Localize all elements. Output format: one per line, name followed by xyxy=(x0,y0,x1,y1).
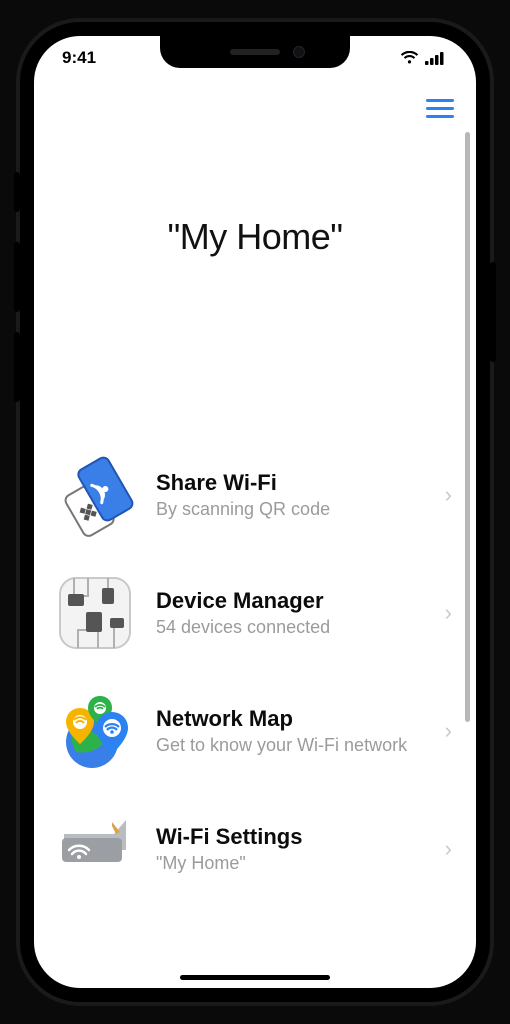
menu-icon xyxy=(426,99,454,102)
list-item-share-wifi[interactable]: Share Wi-Fi By scanning QR code › xyxy=(38,436,472,554)
volume-down-button xyxy=(14,332,20,402)
network-map-icon xyxy=(52,688,138,774)
scroll-indicator[interactable] xyxy=(465,132,470,722)
list-item-network-map[interactable]: Network Map Get to know your Wi-Fi netwo… xyxy=(38,672,472,790)
list-item-title: Device Manager xyxy=(156,588,427,614)
list-item-wifi-settings[interactable]: Wi-Fi Settings "My Home" › xyxy=(38,790,472,892)
hero: "My Home" xyxy=(34,136,476,436)
list-item-title: Share Wi-Fi xyxy=(156,470,427,496)
chevron-right-icon: › xyxy=(445,600,452,626)
list-item-subtitle: By scanning QR code xyxy=(156,498,427,521)
volume-up-button xyxy=(14,242,20,312)
speaker xyxy=(230,49,280,55)
status-right xyxy=(400,51,444,65)
chevron-right-icon: › xyxy=(445,482,452,508)
share-wifi-icon xyxy=(52,452,138,538)
chevron-right-icon: › xyxy=(445,718,452,744)
side-button xyxy=(14,172,20,212)
menu-button[interactable] xyxy=(426,94,454,122)
power-button xyxy=(490,262,496,362)
notch xyxy=(160,36,350,68)
wifi-icon xyxy=(400,51,419,65)
device-manager-icon xyxy=(52,570,138,656)
cellular-icon xyxy=(425,52,444,65)
home-indicator[interactable] xyxy=(180,975,330,980)
list-item-subtitle: 54 devices connected xyxy=(156,616,427,639)
wifi-settings-icon xyxy=(52,806,138,892)
nav-bar xyxy=(34,80,476,136)
front-camera xyxy=(293,46,305,58)
list-item-subtitle: Get to know your Wi-Fi network xyxy=(156,734,427,757)
list-item-title: Network Map xyxy=(156,706,427,732)
status-time: 9:41 xyxy=(62,48,96,68)
list-item-title: Wi-Fi Settings xyxy=(156,824,427,850)
page-title: "My Home" xyxy=(167,216,342,258)
list-item-device-manager[interactable]: Device Manager 54 devices connected › xyxy=(38,554,472,672)
chevron-right-icon: › xyxy=(445,836,452,862)
menu-list: Share Wi-Fi By scanning QR code › xyxy=(34,436,476,892)
screen: 9:41 "My Home" xyxy=(34,36,476,988)
list-item-subtitle: "My Home" xyxy=(156,852,427,875)
phone-frame: 9:41 "My Home" xyxy=(20,22,490,1002)
